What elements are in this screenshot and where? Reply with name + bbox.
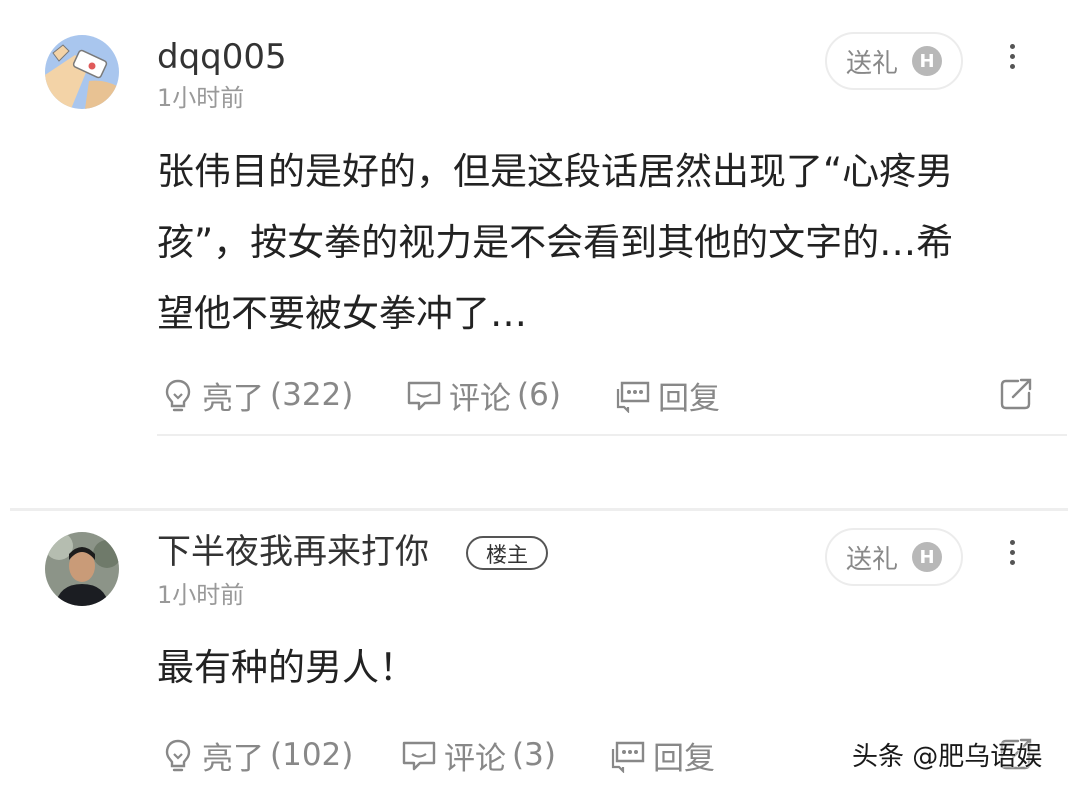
reply-bubble-icon xyxy=(611,741,645,773)
reply-bubble-icon xyxy=(616,381,650,413)
username[interactable]: dqq005 xyxy=(157,37,287,77)
reply-label: 回复 xyxy=(658,380,720,417)
comment-count: (6) xyxy=(517,377,561,413)
like-count: (322) xyxy=(270,377,354,413)
comment-text: 最有种的男人！ xyxy=(157,632,1037,703)
timestamp: 1小时前 xyxy=(157,581,245,609)
watermark: 头条 @肥乌语娱 xyxy=(852,742,1043,772)
comment-label: 评论 xyxy=(444,740,506,777)
gift-label: 送礼 xyxy=(845,544,898,575)
comment-text-line: 张伟目的是好的，但是这段话居然出现了“心疼男 xyxy=(157,150,954,193)
action-bar: 亮了 (322) 评论 (6) 回复 xyxy=(0,370,1068,420)
avatar[interactable] xyxy=(45,35,119,109)
lightbulb-icon xyxy=(165,739,191,772)
like-label: 亮了 xyxy=(202,380,264,417)
more-vertical-icon[interactable] xyxy=(998,532,1026,572)
coin-icon: H xyxy=(912,542,942,572)
avatar-image xyxy=(45,35,119,109)
comment-button[interactable]: 评论 (3) xyxy=(400,730,556,780)
coin-icon: H xyxy=(912,46,942,76)
comment-text-line: 最有种的男人！ xyxy=(157,646,416,689)
like-button[interactable]: 亮了 (322) xyxy=(160,370,353,420)
comment-bubble-icon xyxy=(402,741,436,771)
gift-button[interactable]: 送礼 H xyxy=(825,32,963,90)
comment-text: 张伟目的是好的，但是这段话居然出现了“心疼男 孩”，按女拳的视力是不会看到其他的… xyxy=(157,136,1037,349)
comment-text-line: 望他不要被女拳冲了… xyxy=(157,292,527,335)
like-count: (102) xyxy=(270,737,354,773)
gift-button[interactable]: 送礼 H xyxy=(825,528,963,586)
comment-bubble-icon xyxy=(407,381,441,411)
host-badge: 楼主 xyxy=(466,536,548,570)
timestamp: 1小时前 xyxy=(157,84,245,112)
comment-item: dqq005 1小时前 送礼 H 张伟目的是好的，但是这段话居然出现了“心疼男 … xyxy=(0,0,1068,440)
comment-label: 评论 xyxy=(449,380,511,417)
username[interactable]: 下半夜我再来打你 xyxy=(157,532,429,572)
gift-label: 送礼 xyxy=(845,48,898,79)
comment-text-line: 孩”，按女拳的视力是不会看到其他的文字的…希 xyxy=(157,221,954,264)
comment-button[interactable]: 评论 (6) xyxy=(405,370,561,420)
avatar-image xyxy=(45,532,119,606)
reply-button[interactable]: 回复 xyxy=(609,730,715,780)
divider xyxy=(157,434,1067,436)
lightbulb-icon xyxy=(165,379,191,412)
avatar[interactable] xyxy=(45,532,119,606)
more-vertical-icon[interactable] xyxy=(998,36,1026,76)
like-label: 亮了 xyxy=(202,740,264,777)
share-icon[interactable] xyxy=(998,376,1034,412)
reply-label: 回复 xyxy=(653,740,715,777)
like-button[interactable]: 亮了 (102) xyxy=(160,730,353,780)
section-separator xyxy=(10,508,1068,511)
comment-count: (3) xyxy=(512,737,556,773)
reply-button[interactable]: 回复 xyxy=(614,370,720,420)
